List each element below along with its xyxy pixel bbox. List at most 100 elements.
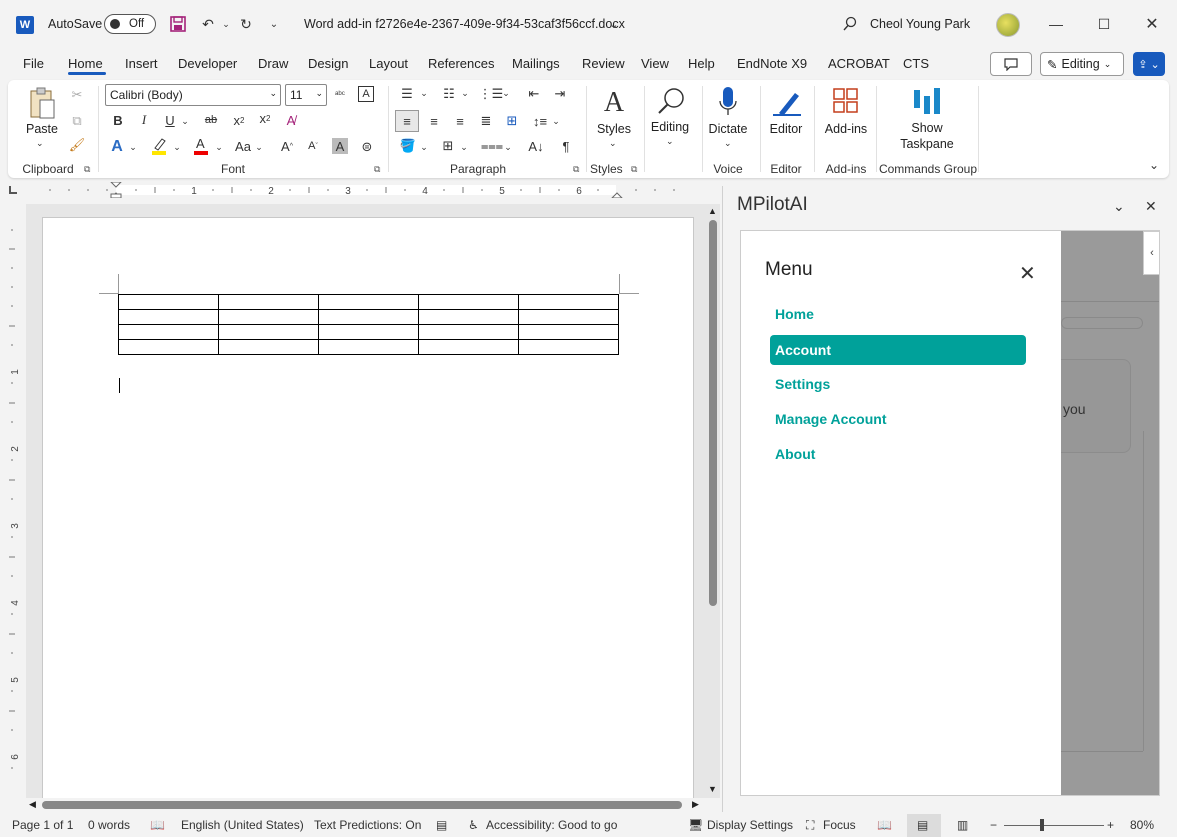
document-table[interactable] bbox=[118, 294, 619, 355]
tab-home[interactable]: Home bbox=[68, 56, 103, 71]
show-taskpane-label[interactable]: Show Taskpane bbox=[890, 120, 964, 152]
menu-item-about[interactable]: About bbox=[770, 439, 1026, 469]
tab-acrobat[interactable]: ACROBAT bbox=[828, 56, 890, 71]
display-settings[interactable]: Display Settings bbox=[707, 818, 793, 832]
save-icon[interactable] bbox=[166, 12, 190, 36]
sort-icon[interactable]: A↓ bbox=[526, 136, 546, 156]
strikethrough-icon[interactable]: ab bbox=[202, 112, 220, 128]
menu-item-manage-account[interactable]: Manage Account bbox=[770, 404, 1026, 434]
shrink-font-icon[interactable]: Aˇ bbox=[304, 138, 322, 154]
multilevel-dropdown-icon[interactable]: ⌄ bbox=[501, 86, 511, 100]
superscript-icon[interactable]: x2 bbox=[256, 110, 274, 126]
clear-formatting-icon[interactable]: A̸ bbox=[282, 112, 300, 128]
autosave-toggle[interactable]: Off bbox=[104, 14, 156, 34]
styles-icon[interactable]: A bbox=[598, 86, 630, 120]
editing-mode-button[interactable]: ✎ Editing ⌄ bbox=[1040, 52, 1124, 76]
zoom-in-icon[interactable]: + bbox=[1107, 818, 1114, 832]
vertical-ruler[interactable]: 1 2 3 4 5 6 bbox=[4, 216, 20, 796]
paste-icon[interactable] bbox=[28, 86, 56, 120]
multilevel-list-icon[interactable]: ⋮☰ bbox=[479, 84, 504, 104]
horizontal-scroll-thumb[interactable] bbox=[42, 801, 682, 809]
tab-cts[interactable]: CTS bbox=[903, 56, 929, 71]
task-pane-close-icon[interactable]: ✕ bbox=[1145, 198, 1157, 215]
ribbon-collapse-icon[interactable]: ⌄ bbox=[1146, 158, 1162, 172]
chevron-left-icon[interactable]: ‹ bbox=[1143, 231, 1159, 275]
cut-icon[interactable]: ✂ bbox=[68, 86, 86, 104]
print-layout-icon[interactable]: ▤ bbox=[917, 818, 928, 832]
highlight-icon[interactable] bbox=[150, 136, 168, 156]
align-right-icon[interactable]: ≡ bbox=[450, 110, 470, 132]
format-painter-icon[interactable]: 🖌 bbox=[68, 136, 86, 154]
menu-item-account[interactable]: Account bbox=[770, 335, 1026, 365]
dictate-label[interactable]: Dictate bbox=[706, 122, 750, 136]
display-settings-icon[interactable]: 🖥 bbox=[688, 818, 703, 832]
scroll-down-icon[interactable]: ▼ bbox=[708, 784, 717, 794]
word-count[interactable]: 0 words bbox=[88, 818, 130, 832]
justify-icon[interactable]: ≣ bbox=[476, 110, 496, 132]
font-name-combo[interactable]: Calibri (Body) ⌄ bbox=[105, 84, 281, 106]
tab-selector-icon[interactable] bbox=[9, 186, 17, 194]
microphone-icon[interactable] bbox=[716, 84, 740, 120]
editor-label[interactable]: Editor bbox=[766, 122, 806, 136]
highlight-dropdown-icon[interactable]: ⌄ bbox=[172, 140, 182, 154]
add-ins-icon[interactable] bbox=[831, 86, 861, 116]
font-launcher-icon[interactable]: ⧉ bbox=[374, 164, 380, 175]
web-layout-icon[interactable]: ▥ bbox=[957, 818, 968, 832]
change-case-dropdown-icon[interactable]: ⌄ bbox=[254, 140, 264, 154]
grow-font-icon[interactable]: A ^ bbox=[278, 138, 296, 154]
tab-view[interactable]: View bbox=[641, 56, 669, 71]
font-color-icon[interactable]: A bbox=[192, 136, 210, 156]
customize-quick-access-icon[interactable]: ⌄ bbox=[262, 12, 286, 36]
shading-icon[interactable]: 🪣 bbox=[398, 136, 418, 156]
paste-label[interactable]: Paste bbox=[26, 122, 58, 136]
tab-file[interactable]: File bbox=[23, 56, 44, 71]
numbering-dropdown-icon[interactable]: ⌄ bbox=[460, 86, 470, 100]
copy-icon[interactable]: ⧉ bbox=[68, 112, 86, 130]
paste-dropdown-icon[interactable]: ⌄ bbox=[36, 138, 44, 149]
tab-insert[interactable]: Insert bbox=[125, 56, 158, 71]
asian-layout-icon[interactable]: ⩶ bbox=[481, 136, 503, 156]
tab-mailings[interactable]: Mailings bbox=[512, 56, 560, 71]
decrease-indent-icon[interactable]: ⇤ bbox=[524, 84, 544, 104]
share-button[interactable]: ⇪ ⌄ bbox=[1133, 52, 1165, 76]
tab-endnote[interactable]: EndNote X9 bbox=[737, 56, 807, 71]
shading-dropdown-icon[interactable]: ⌄ bbox=[419, 140, 429, 154]
comments-button[interactable] bbox=[990, 52, 1032, 76]
paragraph-launcher-icon[interactable]: ⧉ bbox=[573, 164, 579, 175]
tab-review[interactable]: Review bbox=[582, 56, 625, 71]
horizontal-ruler[interactable]: 1 2 3 4 5 6 bbox=[40, 182, 694, 198]
zoom-level[interactable]: 80% bbox=[1130, 818, 1154, 832]
menu-item-settings[interactable]: Settings bbox=[770, 369, 1026, 399]
styles-dropdown-icon[interactable]: ⌄ bbox=[609, 138, 617, 149]
menu-item-home[interactable]: Home bbox=[770, 299, 1026, 329]
font-size-combo[interactable]: 11 ⌄ bbox=[285, 84, 327, 106]
underline-icon[interactable]: U bbox=[162, 112, 178, 128]
focus-icon[interactable]: ⛶ bbox=[806, 818, 814, 833]
editing-label[interactable]: Editing bbox=[648, 120, 692, 134]
bullets-icon[interactable]: ☰ bbox=[396, 84, 418, 104]
tab-help[interactable]: Help bbox=[688, 56, 715, 71]
document-title[interactable]: Word add-in f2726e4e-2367-409e-9f34-53ca… bbox=[304, 14, 625, 34]
find-icon[interactable] bbox=[654, 84, 688, 118]
redo-icon[interactable]: ↻ bbox=[234, 12, 258, 36]
horizontal-scrollbar[interactable]: ◀ ▶ bbox=[26, 798, 706, 812]
dictate-dropdown-icon[interactable]: ⌄ bbox=[724, 138, 732, 149]
borders-dropdown-icon[interactable]: ⌄ bbox=[459, 140, 469, 154]
vertical-scrollbar[interactable]: ▲ ▼ bbox=[706, 206, 720, 798]
styles-launcher-icon[interactable]: ⧉ bbox=[631, 164, 637, 175]
character-shading-icon[interactable]: A bbox=[332, 138, 348, 154]
tab-draw[interactable]: Draw bbox=[258, 56, 288, 71]
page-count[interactable]: Page 1 of 1 bbox=[12, 818, 73, 832]
task-pane-options-icon[interactable]: ⌄ bbox=[1113, 198, 1125, 215]
menu-close-icon[interactable]: ✕ bbox=[1019, 261, 1036, 286]
maximize-icon[interactable]: ☐ bbox=[1092, 12, 1116, 36]
macro-icon[interactable]: ▤ bbox=[436, 818, 447, 832]
increase-indent-icon[interactable]: ⇥ bbox=[550, 84, 570, 104]
editing-dropdown-icon[interactable]: ⌄ bbox=[666, 136, 674, 147]
scroll-left-icon[interactable]: ◀ bbox=[29, 799, 36, 810]
language[interactable]: English (United States) bbox=[181, 818, 304, 832]
numbering-icon[interactable]: ☷ bbox=[438, 84, 460, 104]
show-marks-icon[interactable]: ¶ bbox=[556, 136, 576, 156]
accessibility-icon[interactable]: ♿ bbox=[468, 818, 479, 832]
vertical-scroll-thumb[interactable] bbox=[709, 220, 717, 606]
